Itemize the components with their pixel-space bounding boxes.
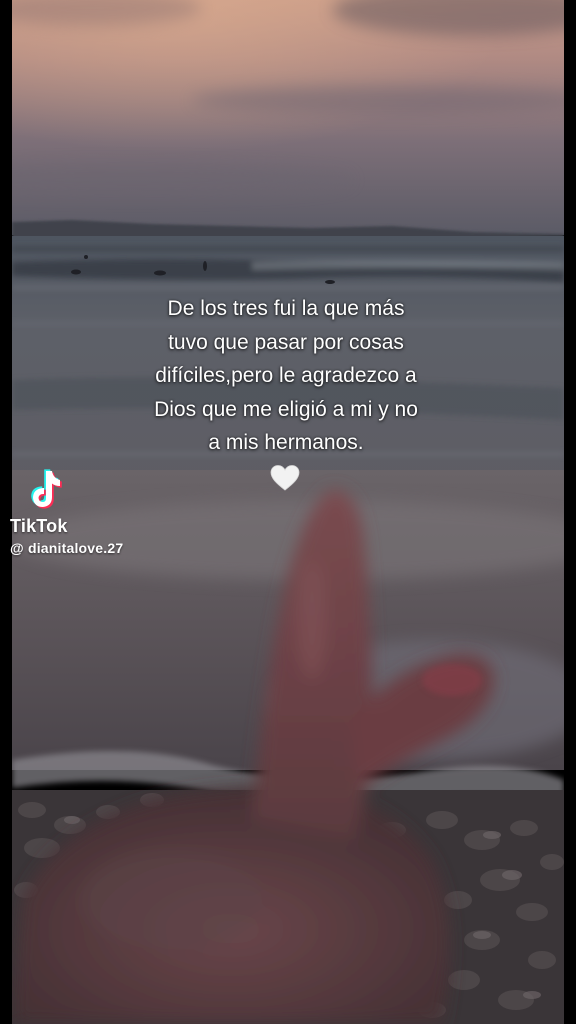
video-frame: De los tres fui la que más tuvo que pasa… (0, 0, 576, 1024)
caption-line: tuvo que pasar por cosas (168, 330, 404, 354)
white-heart-icon (270, 464, 300, 492)
caption-line: Dios que me eligió a mi y no (154, 397, 418, 421)
caption-text: De los tres fui la que más tuvo que pasa… (100, 292, 472, 460)
tiktok-brand-label: TikTok (10, 516, 68, 536)
caption-line: De los tres fui la que más (167, 297, 405, 320)
caption-line: a mis hermanos. (208, 431, 364, 454)
beach-sunset-photo (12, 0, 564, 1024)
tiktok-logo-icon (24, 468, 64, 512)
tiktok-username: @ dianitalove.27 (10, 540, 124, 556)
caption-line: difíciles,pero le agradezco a (155, 364, 417, 387)
